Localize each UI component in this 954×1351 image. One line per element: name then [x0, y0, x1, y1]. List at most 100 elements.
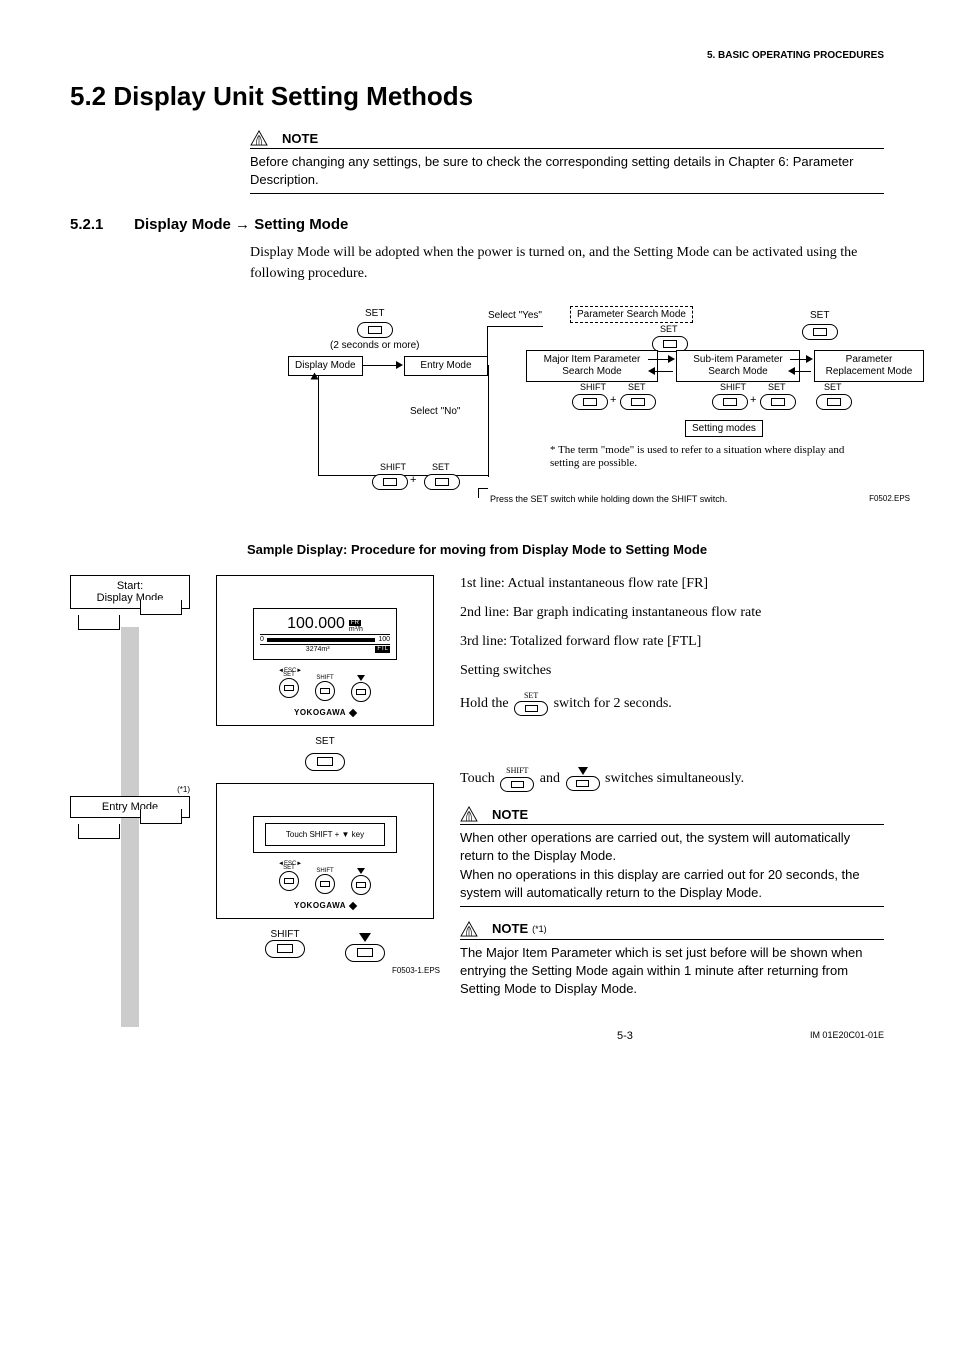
brand-label: YOKOGAWA	[225, 708, 425, 717]
box-sub: Sub-item Parameter Search Mode	[676, 350, 800, 382]
lcd-value: 100.000	[287, 615, 345, 633]
box-entry-mode: Entry Mode	[404, 356, 488, 376]
sw-circle-2-icon	[315, 681, 335, 701]
set-pill-b-icon	[424, 474, 460, 490]
between-down-pill-icon	[345, 944, 385, 962]
inline-shift-pill: SHIFT	[500, 766, 534, 792]
label-set-b: SET	[432, 462, 450, 473]
label-set-r: SET	[810, 310, 829, 322]
note-body-2: When other operations are carried out, t…	[460, 829, 884, 907]
note-box-3: NOTE (*1) The Major Item Parameter which…	[460, 921, 884, 1003]
desc-line-4: Setting switches	[460, 662, 884, 681]
shift-pill-b-icon	[372, 474, 408, 490]
sw-circle-4-icon	[279, 871, 299, 891]
fig-id-2: F0503-1.EPS	[210, 966, 440, 975]
press-note: Press the SET switch while holding down …	[490, 494, 810, 505]
switch-row: ◄ESC► SET SHIFT	[225, 668, 425, 702]
down-triangle-icon	[357, 675, 365, 681]
term-note: * The term "mode" is used to refer to a …	[550, 444, 870, 470]
figure-caption: Sample Display: Procedure for moving fro…	[70, 542, 884, 557]
desc-line-3: 3rd line: Totalized forward flow rate [F…	[460, 633, 884, 652]
box-major: Major Item Parameter Search Mode	[526, 350, 658, 382]
inline-set-pill: SET	[514, 691, 548, 717]
note-body: Before changing any settings, be sure to…	[250, 153, 884, 194]
lcd-zero: 0	[260, 636, 264, 643]
note-box-1: NOTE Before changing any settings, be su…	[250, 130, 884, 194]
note-body-3: The Major Item Parameter which is set ju…	[460, 944, 884, 1003]
note-box-2: NOTE When other operations are carried o…	[460, 806, 884, 907]
subsection-num: 5.2.1	[70, 216, 130, 233]
between-shift-label: SHIFT	[265, 929, 305, 940]
lcd-hundred: 100	[378, 636, 390, 643]
subsection-body: Display Mode will be adopted when the po…	[250, 243, 884, 284]
box-setting-modes: Setting modes	[685, 420, 763, 437]
note-sup: (*1)	[532, 924, 547, 934]
switch-shift: SHIFT	[314, 668, 336, 702]
label-set-2: SET	[660, 324, 678, 335]
brand-diamond-icon	[349, 709, 357, 717]
label-shift-2: SHIFT	[720, 382, 746, 393]
label-set-3: SET	[628, 382, 646, 393]
note-icon-2	[460, 806, 478, 822]
stage-column: Start: Display Mode (*1) Entry Mode	[70, 575, 190, 839]
sw-shift-label-2: SHIFT	[314, 868, 336, 874]
shift-pill-1-icon	[572, 394, 608, 410]
lcd-unit: m³/h	[349, 626, 363, 633]
label-shift-b: SHIFT	[380, 462, 406, 473]
sw-circle-5-icon	[315, 874, 335, 894]
brand-diamond-2-icon	[349, 902, 357, 910]
box-param-search: Parameter Search Mode	[570, 306, 693, 323]
sw-circle-icon	[279, 678, 299, 698]
plus-b: +	[410, 474, 416, 487]
page-number: 5-3	[617, 1030, 633, 1042]
label-set-4: SET	[768, 382, 786, 393]
page-footer: 5-3 IM 01E20C01-01E	[70, 1030, 884, 1042]
between-down-icon	[359, 933, 371, 942]
switch-down-2	[350, 861, 372, 895]
device-entry: Touch SHIFT + ▼ key ◄ESC► SET SHIFT	[216, 783, 434, 919]
label-set: SET	[365, 308, 384, 320]
lcd-screen-2: Touch SHIFT + ▼ key	[253, 816, 397, 853]
between-shift-pill-icon	[265, 940, 305, 958]
shift-pill-2-icon	[712, 394, 748, 410]
sw-circle-6-icon	[351, 875, 371, 895]
switch-shift-2: SHIFT	[314, 861, 336, 895]
select-yes: Select "Yes"	[488, 310, 542, 322]
lcd-message: Touch SHIFT + ▼ key	[265, 823, 385, 846]
note-icon-3	[460, 921, 478, 937]
desc-line-5: Hold the SET switch for 2 seconds.	[460, 691, 884, 717]
plus-1: +	[610, 394, 616, 407]
switch-down	[350, 668, 372, 702]
device-column: 100.000 FR m³/h 0 100 3274m³ FTL	[210, 575, 440, 975]
connector-half-right-2-icon	[140, 809, 182, 824]
down-triangle-2-icon	[357, 868, 365, 874]
doc-id: IM 01E20C01-01E	[810, 1030, 884, 1042]
set-pill-5-icon	[816, 394, 852, 410]
note-icon	[250, 130, 268, 146]
switch-set-2: ◄ESC► SET	[278, 861, 300, 895]
switch-row-2: ◄ESC► SET SHIFT	[225, 861, 425, 895]
subsection-heading: 5.2.1 Display Mode → Setting Mode	[70, 216, 884, 233]
inline-down-pill	[566, 767, 600, 791]
brand-label-2: YOKOGAWA	[225, 901, 425, 910]
note-label: NOTE	[282, 131, 318, 146]
sw-circle-3-icon	[351, 682, 371, 702]
inline-down-triangle-icon	[578, 767, 588, 775]
lcd-screen: 100.000 FR m³/h 0 100 3274m³ FTL	[253, 608, 397, 660]
set-pill-4-icon	[760, 394, 796, 410]
set-pill-icon	[357, 322, 393, 338]
box-replace: Parameter Replacement Mode	[814, 350, 924, 382]
note-label-2: NOTE	[492, 807, 528, 822]
mode-flow-diagram: SET (2 seconds or more) Display Mode Ent…	[210, 302, 910, 532]
stage-connector-bar	[121, 627, 139, 1027]
note-label-3: NOTE	[492, 921, 528, 936]
two-seconds: (2 seconds or more)	[330, 340, 419, 352]
set-pill-3-icon	[620, 394, 656, 410]
stage-star: (*1)	[70, 785, 190, 794]
subsection-title: Display Mode → Setting Mode	[134, 216, 348, 233]
select-no: Select "No"	[410, 406, 460, 418]
section-title: 5.2 Display Unit Setting Methods	[70, 81, 884, 112]
lcd-tag-ftl: FTL	[375, 646, 390, 653]
switch-set: ◄ESC► SET	[278, 668, 300, 702]
desc-line-2: 2nd line: Bar graph indicating instantan…	[460, 604, 884, 623]
